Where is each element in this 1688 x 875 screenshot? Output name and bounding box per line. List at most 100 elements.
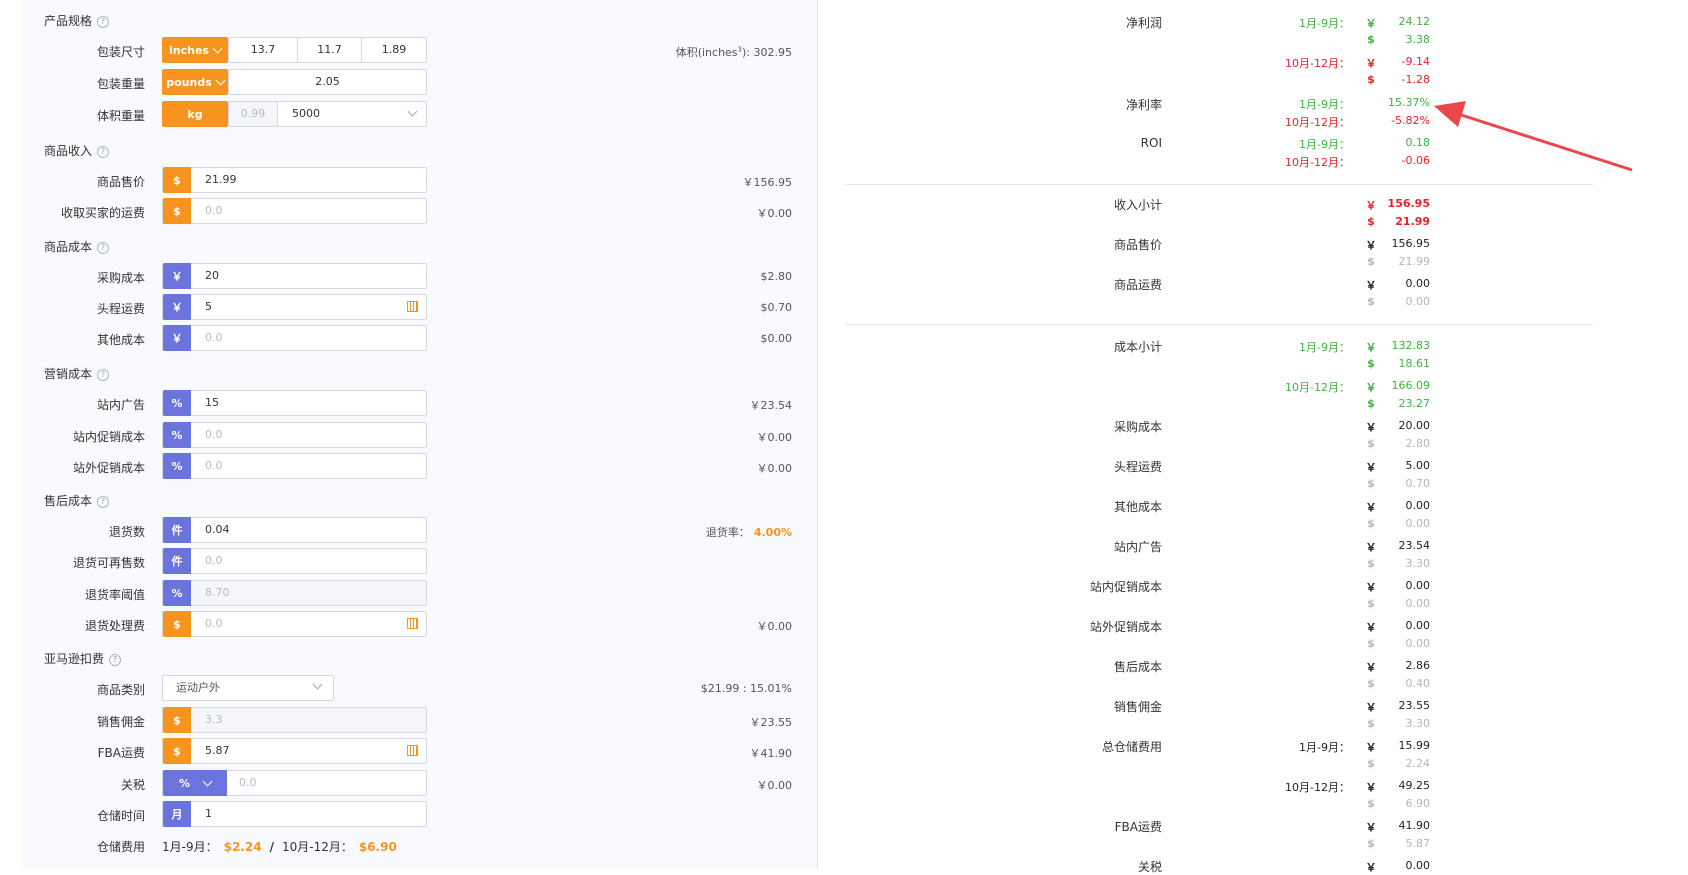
price-input[interactable]: $21.99 (162, 167, 427, 193)
net-profit-p2-usd: -1.28 (1401, 73, 1430, 86)
unit-label: pounds (166, 75, 212, 89)
pkg-width-input[interactable]: 11.7 (297, 37, 362, 63)
calculator-icon[interactable] (407, 745, 418, 756)
volume-label: 体积(inches (675, 46, 738, 59)
pkg-weight-input[interactable]: 2.05 (228, 69, 427, 95)
r-item-cny: 23.54 (1398, 539, 1431, 552)
net-margin-period1: 1月-9月： (1299, 98, 1350, 111)
onsite-ads-value: 15 (205, 396, 219, 409)
storage-fee-value2: $6.90 (358, 840, 397, 854)
r-item-label: 站外促销成本 (1089, 620, 1162, 634)
fba-value: 5.87 (205, 744, 230, 757)
help-icon[interactable]: ? (97, 146, 110, 158)
storage-time-label: 仓储时间 (96, 809, 145, 823)
onsite-promo-input[interactable]: % 0.0 (162, 422, 427, 448)
vol-weight-value-field: 0.99 (228, 101, 278, 127)
r-item-cny: 0.00 (1405, 579, 1431, 592)
section-label: 亚马逊扣费 (44, 652, 105, 666)
tariff-input[interactable]: % 0.0 (162, 770, 427, 796)
price-converted: ￥156.95 (742, 176, 793, 189)
resellable-placeholder: 0.0 (205, 554, 223, 567)
r-tariff-cny: 0.00 (1405, 859, 1431, 872)
resellable-input[interactable]: 件 0.0 (162, 548, 427, 574)
onsite-promo-placeholder: 0.0 (205, 428, 223, 441)
chevron-down-icon (407, 106, 418, 117)
category-select[interactable]: 运动户外 (162, 675, 334, 701)
r-item-usd: 0.00 (1405, 637, 1431, 650)
net-profit-label: 净利润 (1125, 16, 1162, 30)
tariff-unit-select[interactable]: % (163, 770, 227, 796)
pkg-weight-unit-select[interactable]: pounds (162, 69, 228, 95)
first-leg-input[interactable]: ￥ 5 (162, 294, 427, 320)
net-margin-label: 净利率 (1125, 98, 1162, 112)
category-value: 运动户外 (176, 681, 220, 694)
section-label: 商品成本 (44, 240, 93, 254)
net-profit-p2-cny: -9.14 (1401, 55, 1430, 68)
pkg-height-input[interactable]: 1.89 (361, 37, 427, 63)
other-cost-converted: $0.00 (760, 332, 793, 345)
return-threshold-field: % 8.70 (162, 580, 427, 606)
chevron-down-icon (312, 679, 323, 690)
chevron-down-icon (212, 43, 223, 54)
roi-period1: 1月-9月： (1299, 138, 1350, 151)
pkg-size-unit-select[interactable]: inches (162, 37, 228, 63)
r-shipping-label: 商品运费 (1113, 278, 1162, 292)
return-fee-input[interactable]: $0.0 (162, 611, 427, 637)
storage-time-input[interactable]: 月1 (162, 801, 427, 827)
commission-value: 3.3 (205, 713, 223, 726)
chevron-down-icon (202, 776, 213, 787)
r-item-usd: 0.00 (1405, 597, 1431, 610)
net-profit-p1-usd: 3.38 (1405, 33, 1431, 46)
vol-divisor-select[interactable]: 5000 (277, 101, 427, 127)
shipping-recv-placeholder: 0.0 (205, 204, 223, 217)
unit-addon: 件 (163, 548, 191, 574)
currency-addon: $ (163, 738, 191, 764)
shipping-recv-converted: ￥0.00 (756, 207, 793, 220)
pkg-length-input[interactable]: 13.7 (228, 37, 298, 63)
fba-input[interactable]: $5.87 (162, 738, 427, 764)
calculator-icon[interactable] (407, 301, 418, 312)
vol-weight-unit-badge: kg (162, 101, 228, 127)
r-item-usd: 2.80 (1405, 437, 1431, 450)
r-item-usd: 0.40 (1405, 677, 1431, 690)
r-storage-p1-usd: 2.24 (1405, 757, 1431, 770)
r-item-label: 销售佣金 (1113, 700, 1162, 714)
category-label: 商品类别 (96, 683, 145, 697)
section-label: 营销成本 (44, 367, 93, 381)
r-item-label: 售后成本 (1113, 660, 1162, 674)
return-threshold-label: 退货率阈值 (84, 588, 145, 602)
cost-total-period1: 1月-9月： (1299, 341, 1350, 354)
offsite-promo-converted: ￥0.00 (756, 462, 793, 475)
section-amazon-title: 亚马逊扣费? (44, 650, 122, 667)
onsite-promo-converted: ￥0.00 (756, 431, 793, 444)
calculator-icon[interactable] (407, 618, 418, 629)
r-tariff-label: 关税 (1137, 860, 1162, 874)
purchase-input[interactable]: ￥ 20 (162, 263, 427, 289)
offsite-promo-input[interactable]: % 0.0 (162, 453, 427, 479)
help-icon[interactable]: ? (97, 242, 110, 254)
cost-total-p1-cny: 132.83 (1391, 339, 1431, 352)
returns-input[interactable]: 件 0.04 (162, 517, 427, 543)
onsite-ads-label: 站内广告 (96, 398, 145, 412)
currency-addon: $ (163, 611, 191, 637)
onsite-ads-input[interactable]: % 15 (162, 390, 427, 416)
help-icon[interactable]: ? (109, 654, 122, 666)
r-item-cny: 23.55 (1398, 699, 1431, 712)
shipping-recv-input[interactable]: $0.0 (162, 198, 427, 224)
other-cost-input[interactable]: ￥ 0.0 (162, 325, 427, 351)
commission-converted: ￥23.55 (749, 716, 793, 729)
tariff-placeholder: 0.0 (239, 776, 257, 789)
help-icon[interactable]: ? (97, 496, 110, 508)
r-item-cny: 2.86 (1405, 659, 1431, 672)
section-spec-title: 产品规格? (44, 12, 110, 29)
help-icon[interactable]: ? (97, 369, 110, 381)
income-total-cny: 156.95 (1387, 197, 1430, 210)
r-price-cny: 156.95 (1391, 237, 1431, 250)
help-icon[interactable]: ? (97, 16, 110, 28)
net-profit-period1: 1月-9月： (1299, 17, 1350, 30)
return-rate-value: 4.00% (753, 526, 792, 539)
r-item-cny: 20.00 (1398, 419, 1431, 432)
arrow-shaft (1451, 110, 1633, 172)
first-leg-value: 5 (205, 300, 212, 313)
offsite-promo-label: 站外促销成本 (72, 461, 145, 475)
